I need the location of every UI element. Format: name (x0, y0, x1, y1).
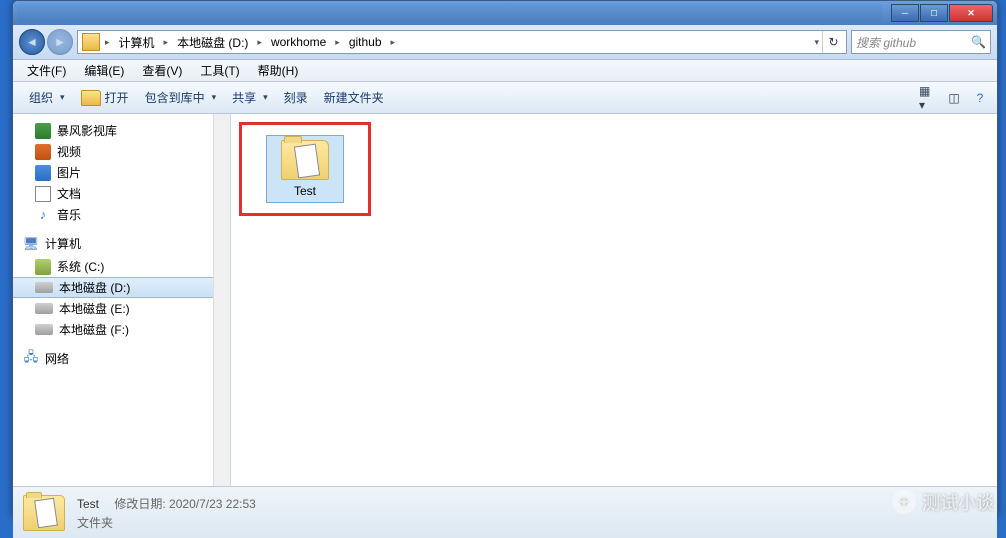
sidebar-item-documents[interactable]: 文档 (13, 183, 230, 204)
sidebar-item-drive-c[interactable]: 系统 (C:) (13, 256, 230, 277)
menu-tools[interactable]: 工具(T) (192, 60, 247, 81)
breadcrumb-workhome[interactable]: workhome (265, 31, 332, 53)
menu-edit[interactable]: 编辑(E) (76, 60, 132, 81)
folder-icon (82, 33, 100, 51)
chevron-right-icon[interactable]: ▸ (161, 37, 172, 48)
chevron-right-icon[interactable]: ▸ (388, 37, 399, 48)
address-bar: ◄ ► ▸ 计算机 ▸ 本地磁盘 (D:) ▸ workhome ▸ githu… (13, 25, 997, 60)
sidebar-label: 本地磁盘 (E:) (59, 300, 130, 317)
close-button[interactable] (949, 4, 993, 22)
sidebar-label: 计算机 (45, 235, 81, 252)
preview-pane-button[interactable]: ◫ (945, 89, 963, 107)
menu-help[interactable]: 帮助(H) (250, 60, 307, 81)
sidebar-label: 文档 (57, 185, 81, 202)
folder-open-icon (81, 90, 101, 106)
navigation-pane[interactable]: 暴风影视库 视频 图片 文档 ♪ 音乐 🖥 计算机 系统 (C:) 本地磁盘 (D:… (13, 114, 231, 486)
sidebar-item-pictures[interactable]: 图片 (13, 162, 230, 183)
search-placeholder: 搜索 github (856, 34, 916, 51)
breadcrumb-github[interactable]: github (343, 31, 388, 53)
breadcrumb-drive-d[interactable]: 本地磁盘 (D:) (171, 31, 254, 53)
network-icon: 🖧 (23, 351, 39, 367)
titlebar-title (17, 3, 882, 23)
drive-icon (35, 259, 51, 275)
open-label: 打开 (105, 89, 129, 106)
titlebar[interactable] (13, 1, 997, 25)
sidebar-label: 本地磁盘 (F:) (59, 321, 129, 338)
toolbar: 组织 打开 包含到库中 共享 刻录 新建文件夹 ▦ ▾ ◫ ? (13, 82, 997, 114)
drive-icon (35, 324, 53, 335)
content-pane[interactable]: Test (231, 114, 997, 486)
details-pane: Test 修改日期: 2020/7/23 22:53 文件夹 (13, 486, 997, 538)
computer-icon: 🖥 (23, 236, 39, 252)
folder-label: Test (294, 184, 316, 198)
details-date-value: 2020/7/23 22:53 (169, 497, 256, 511)
music-icon: ♪ (35, 207, 51, 223)
sidebar-item-video[interactable]: 视频 (13, 141, 230, 162)
sidebar-label: 视频 (57, 143, 81, 160)
sidebar-label: 暴风影视库 (57, 122, 117, 139)
menu-bar: 文件(F) 编辑(E) 查看(V) 工具(T) 帮助(H) (13, 60, 997, 82)
drive-icon (35, 303, 53, 314)
explorer-window: ◄ ► ▸ 计算机 ▸ 本地磁盘 (D:) ▸ workhome ▸ githu… (12, 0, 998, 517)
folder-icon (281, 140, 329, 180)
breadcrumb-dropdown[interactable]: ▾ (811, 37, 822, 48)
sidebar-item-music[interactable]: ♪ 音乐 (13, 204, 230, 225)
video-icon (35, 144, 51, 160)
nav-back-button[interactable]: ◄ (19, 29, 45, 55)
maximize-button[interactable] (920, 4, 948, 22)
chevron-right-icon[interactable]: ▸ (254, 37, 265, 48)
search-input[interactable]: 搜索 github 🔍 (851, 30, 991, 54)
folder-icon (23, 495, 65, 531)
chevron-right-icon[interactable]: ▸ (102, 37, 113, 48)
breadcrumb-computer[interactable]: 计算机 (113, 31, 161, 53)
details-type: 文件夹 (77, 514, 256, 531)
sidebar-label: 网络 (45, 350, 69, 367)
share-button[interactable]: 共享 (224, 85, 276, 110)
storm-icon (35, 123, 51, 139)
drive-icon (35, 282, 53, 293)
search-icon[interactable]: 🔍 (971, 35, 986, 49)
new-folder-button[interactable]: 新建文件夹 (316, 85, 392, 110)
sidebar-label: 图片 (57, 164, 81, 181)
sidebar-label: 本地磁盘 (D:) (59, 279, 130, 296)
annotation-highlight: Test (239, 122, 371, 216)
sidebar-item-stormlib[interactable]: 暴风影视库 (13, 120, 230, 141)
menu-view[interactable]: 查看(V) (134, 60, 190, 81)
view-options-button[interactable]: ▦ ▾ (919, 89, 937, 107)
sidebar-item-drive-f[interactable]: 本地磁盘 (F:) (13, 319, 230, 340)
help-button[interactable]: ? (971, 89, 989, 107)
sidebar-header-network[interactable]: 🖧 网络 (13, 346, 230, 371)
body-area: 暴风影视库 视频 图片 文档 ♪ 音乐 🖥 计算机 系统 (C:) 本地磁盘 (D:… (13, 114, 997, 486)
sidebar-item-drive-d[interactable]: 本地磁盘 (D:) (13, 277, 230, 298)
include-in-library-button[interactable]: 包含到库中 (137, 85, 225, 110)
menu-file[interactable]: 文件(F) (19, 60, 74, 81)
details-date-label: 修改日期: (114, 497, 165, 511)
burn-button[interactable]: 刻录 (276, 85, 316, 110)
breadcrumb[interactable]: ▸ 计算机 ▸ 本地磁盘 (D:) ▸ workhome ▸ github ▸ … (77, 30, 847, 54)
nav-forward-button[interactable]: ► (47, 29, 73, 55)
open-button[interactable]: 打开 (73, 85, 137, 110)
folder-item-test[interactable]: Test (266, 135, 344, 203)
minimize-button[interactable] (891, 4, 919, 22)
refresh-button[interactable]: ↻ (822, 31, 844, 53)
organize-button[interactable]: 组织 (21, 85, 73, 110)
sidebar-label: 音乐 (57, 206, 81, 223)
pictures-icon (35, 165, 51, 181)
sidebar-label: 系统 (C:) (57, 258, 104, 275)
details-name: Test (77, 497, 99, 511)
chevron-right-icon[interactable]: ▸ (332, 37, 343, 48)
documents-icon (35, 186, 51, 202)
sidebar-header-computer[interactable]: 🖥 计算机 (13, 231, 230, 256)
scrollbar[interactable] (213, 114, 230, 486)
sidebar-item-drive-e[interactable]: 本地磁盘 (E:) (13, 298, 230, 319)
